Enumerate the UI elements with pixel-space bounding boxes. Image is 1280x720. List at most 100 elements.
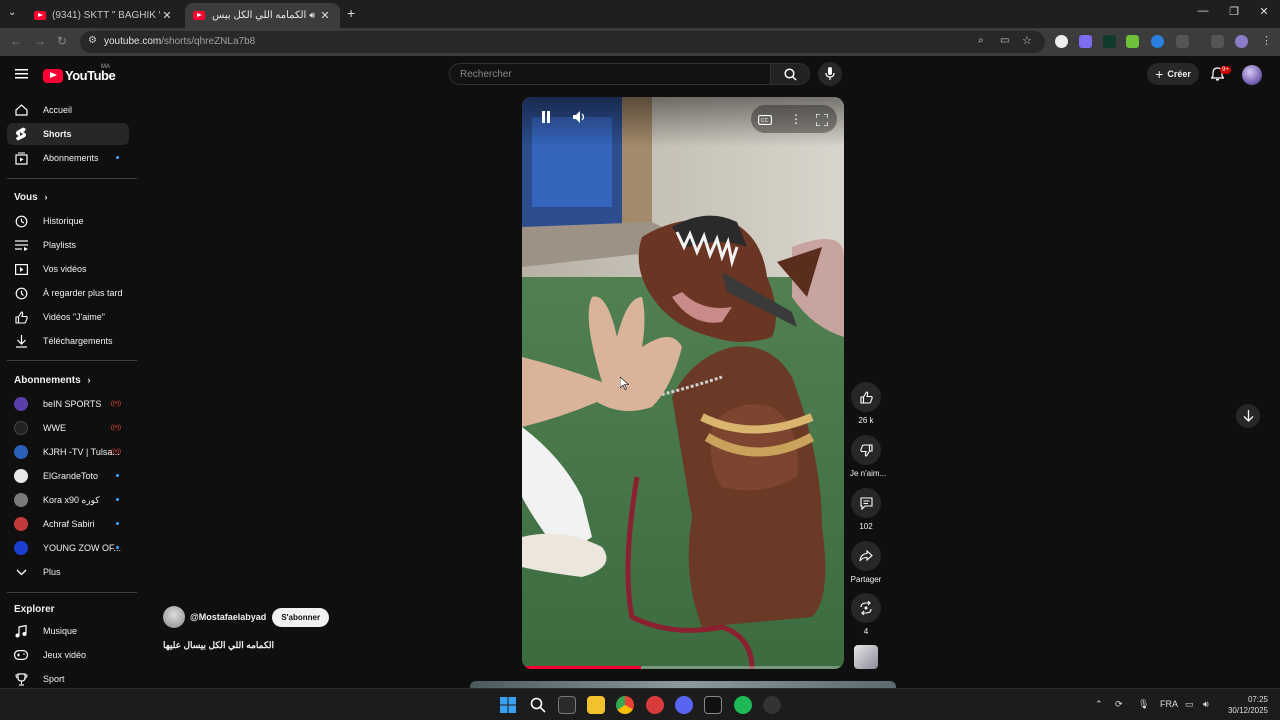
create-button[interactable]: + Créer	[1147, 63, 1199, 85]
youtube-logo[interactable]: YouTube	[43, 68, 116, 83]
comments-button[interactable]	[851, 488, 881, 518]
opera-icon[interactable]	[646, 696, 664, 714]
account-avatar[interactable]	[1242, 65, 1262, 85]
sidebar-item-watch-later[interactable]: À regarder plus tard	[7, 282, 129, 304]
browser-tab-1[interactable]: (9341) SKTT " BAGHIK " Ft ILY ( ✕	[26, 3, 182, 28]
next-short-button[interactable]	[1236, 404, 1260, 428]
sidebar-item-music[interactable]: Musique	[7, 620, 129, 642]
extension-2-icon[interactable]	[1079, 35, 1092, 48]
voice-search-button[interactable]	[818, 62, 842, 86]
capcut-icon[interactable]	[704, 696, 722, 714]
sidebar-item-liked-videos[interactable]: Vidéos "J'aime"	[7, 306, 129, 328]
bookmark-star-icon[interactable]: ☆	[1022, 34, 1032, 47]
url-text[interactable]: youtube.com/shorts/qhreZNLa7b8	[104, 36, 255, 47]
discord-icon[interactable]	[675, 696, 693, 714]
subscribe-button[interactable]: S'abonner	[272, 607, 330, 627]
windows-start-icon[interactable]	[500, 697, 516, 713]
sidebar-item-your-videos[interactable]: Vos vidéos	[7, 258, 129, 280]
channel-avatar[interactable]	[163, 606, 185, 628]
extension-1-icon[interactable]	[1055, 35, 1068, 48]
watch-later-icon	[7, 287, 35, 300]
volume-tray-icon[interactable]: 🔊︎	[1203, 699, 1209, 710]
search-button[interactable]	[770, 63, 810, 85]
dislike-action[interactable]: Je n'aim...	[850, 435, 886, 478]
sidebar-item-home[interactable]: Accueil	[7, 99, 129, 121]
reading-list-icon[interactable]	[1211, 35, 1224, 48]
extension-4-icon[interactable]	[1126, 35, 1139, 48]
taskbar-search-icon[interactable]	[530, 697, 546, 713]
sidebar-item-history[interactable]: Historique	[7, 210, 129, 232]
subscription-channel[interactable]: WWE ((•))	[7, 417, 129, 439]
comments-action[interactable]: 102	[850, 488, 882, 531]
subscription-channel[interactable]: beIN SPORTS ((•))	[7, 393, 129, 415]
minimize-icon[interactable]: —	[1193, 5, 1213, 17]
file-explorer-icon[interactable]	[587, 696, 605, 714]
sound-thumbnail[interactable]	[854, 645, 878, 669]
close-tab-icon[interactable]: ✕	[160, 9, 174, 22]
sidebar-item-subscriptions[interactable]: Abonnements	[7, 147, 129, 169]
profile-icon[interactable]	[1235, 35, 1248, 48]
remix-button[interactable]	[851, 593, 881, 623]
extension-3-icon[interactable]	[1103, 35, 1116, 48]
dislike-button[interactable]	[851, 435, 881, 465]
extensions-puzzle-icon[interactable]	[1176, 35, 1189, 48]
tray-chevron-icon[interactable]: ⌃	[1095, 699, 1103, 710]
subscription-channel[interactable]: KJRH -TV | Tulsa... ((•))	[7, 441, 129, 463]
browser-tab-2[interactable]: الكمامه اللي الكل بيس (9341) 🔊︎ ✕	[185, 3, 340, 28]
like-action[interactable]: 26 k	[850, 382, 882, 425]
browser-menu-icon[interactable]: ⋮	[1261, 34, 1272, 47]
tray-mic-icon[interactable]: 🎙︎	[1138, 699, 1149, 710]
site-info-icon[interactable]: ⚙	[88, 35, 97, 46]
pause-icon[interactable]	[541, 111, 551, 123]
app-icon[interactable]	[763, 696, 781, 714]
close-window-icon[interactable]: ✕	[1254, 5, 1274, 18]
more-options-icon[interactable]: ⋮	[790, 112, 802, 126]
share-action[interactable]: Partager	[850, 541, 882, 584]
share-button[interactable]	[851, 541, 881, 571]
language-indicator[interactable]: FRA	[1160, 699, 1178, 709]
sidebar-item-more[interactable]: Plus	[7, 561, 129, 583]
zoom-icon[interactable]: ⌕	[978, 35, 984, 46]
sidebar-item-downloads[interactable]: Téléchargements	[7, 330, 129, 352]
reload-icon[interactable]: ↻	[57, 34, 67, 48]
close-tab-icon[interactable]: ✕	[318, 9, 332, 22]
tab-audio-icon[interactable]: 🔊︎	[309, 10, 315, 21]
sidebar-item-gaming[interactable]: Jeux vidéo	[7, 644, 129, 666]
remix-action[interactable]: 4	[850, 593, 882, 636]
like-button[interactable]	[851, 382, 881, 412]
extension-5-icon[interactable]	[1151, 35, 1164, 48]
search-input[interactable]	[460, 69, 760, 80]
explore-section-heading: Explorer	[14, 604, 55, 615]
restore-icon[interactable]: ❐	[1224, 5, 1244, 18]
subscriptions-section-heading[interactable]: Abonnements ›	[14, 375, 90, 386]
video-progress-bar[interactable]	[522, 666, 844, 669]
fullscreen-icon[interactable]	[816, 114, 828, 126]
volume-icon[interactable]	[573, 111, 587, 123]
subscription-channel[interactable]: YOUNG ZOW OF...	[7, 537, 129, 559]
sidebar-item-playlists[interactable]: Playlists	[7, 234, 129, 256]
chrome-icon[interactable]	[616, 696, 634, 714]
video-title[interactable]: الكمامه اللي الكل بيسال عليها	[163, 640, 274, 651]
tab-search-icon[interactable]: ⌄	[8, 7, 16, 18]
new-tab-button[interactable]: +	[347, 5, 355, 21]
address-bar[interactable]: ⚙ youtube.com/shorts/qhreZNLa7b8 ⌕ ▭ ☆	[80, 31, 1045, 53]
captions-icon[interactable]: CC	[758, 115, 772, 125]
sidebar-item-sport[interactable]: Sport	[7, 668, 129, 690]
subscription-channel[interactable]: ElGrandeToto	[7, 465, 129, 487]
tray-sync-icon[interactable]: ⟳	[1115, 699, 1123, 710]
sidebar-item-shorts[interactable]: Shorts	[7, 123, 129, 145]
task-view-icon[interactable]	[558, 696, 576, 714]
subscription-channel[interactable]: Achraf Sabiri	[7, 513, 129, 535]
channel-name[interactable]: @Mostafaelabyad	[190, 612, 266, 622]
forward-icon[interactable]: →	[34, 34, 46, 48]
subscription-channel[interactable]: Kora x90 كوره	[7, 489, 129, 511]
cast-icon[interactable]: ▭	[1000, 35, 1009, 46]
search-box[interactable]	[449, 63, 771, 85]
shorts-video-player[interactable]: CC ⋮	[522, 97, 844, 669]
spotify-icon[interactable]	[734, 696, 752, 714]
back-icon[interactable]: ←	[10, 34, 22, 48]
network-icon[interactable]: ▭	[1185, 699, 1194, 710]
you-section-heading[interactable]: Vous ›	[14, 192, 48, 203]
hamburger-menu-icon[interactable]	[15, 69, 28, 79]
system-clock[interactable]: 07:25 30/12/2025	[1218, 694, 1268, 716]
